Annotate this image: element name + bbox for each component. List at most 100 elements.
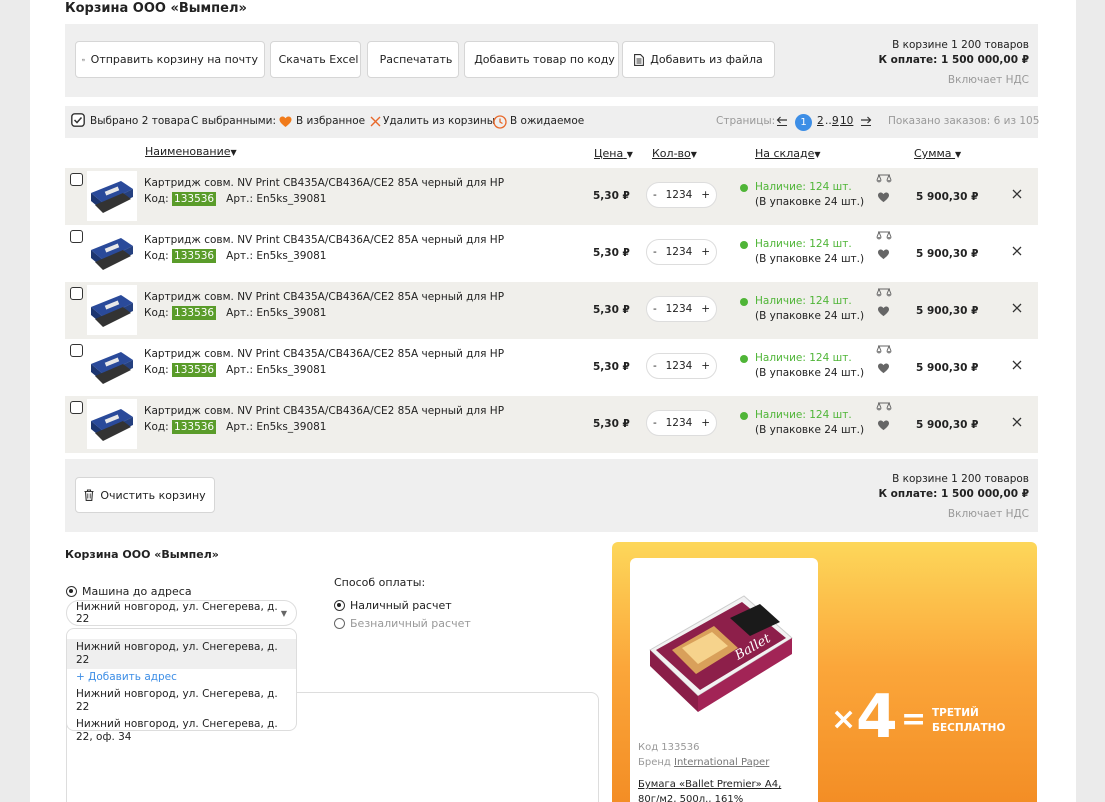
- total-to-pay: К оплате: 1 500 000,00 ₽: [878, 488, 1029, 500]
- payment-cashless-label: Безналичный расчет: [350, 617, 471, 630]
- compare-icon[interactable]: [876, 174, 892, 187]
- page-current[interactable]: 1: [795, 114, 812, 131]
- remove-icon[interactable]: [1012, 242, 1022, 260]
- compare-icon[interactable]: [876, 402, 892, 415]
- page-link-2[interactable]: 2: [817, 115, 824, 127]
- address-select[interactable]: Нижний новгород, ул. Снегерева, д. 22 ▼: [66, 600, 297, 626]
- column-qty[interactable]: Кол-во▼: [652, 147, 697, 160]
- remove-icon[interactable]: [1012, 413, 1022, 431]
- promo-product-card[interactable]: Ballet Код 133536 Бренд International Pa…: [630, 558, 818, 802]
- column-price[interactable]: Цена ▼: [594, 147, 633, 160]
- page-link-10[interactable]: 10: [840, 115, 853, 127]
- row-checkbox[interactable]: [70, 287, 83, 300]
- heart-icon[interactable]: [877, 306, 890, 320]
- promo-times: ×: [831, 702, 857, 737]
- row-checkbox[interactable]: [70, 401, 83, 414]
- remove-icon[interactable]: [1012, 356, 1022, 374]
- product-thumbnail[interactable]: [87, 171, 137, 221]
- product-thumbnail[interactable]: [87, 228, 137, 278]
- promo-banner[interactable]: Ballet Код 133536 Бренд International Pa…: [612, 542, 1037, 802]
- plus-icon[interactable]: +: [701, 303, 710, 315]
- heart-icon[interactable]: [877, 420, 890, 434]
- product-name[interactable]: Картридж совм. NV Print CB435A/CB436A/CE…: [144, 405, 504, 417]
- plus-icon[interactable]: +: [701, 417, 710, 429]
- plus-icon[interactable]: +: [701, 189, 710, 201]
- compare-icon[interactable]: [876, 231, 892, 244]
- article: Арт.: En5ks_39081: [226, 250, 327, 262]
- heart-icon[interactable]: [877, 363, 890, 377]
- address-option[interactable]: Нижний новгород, ул. Снегерева, д. 22, о…: [67, 716, 296, 746]
- payment-cash-option[interactable]: Наличный расчет: [334, 599, 452, 612]
- clear-cart-button[interactable]: Очистить корзину: [75, 477, 215, 513]
- heart-icon[interactable]: [877, 249, 890, 263]
- availability-count: Наличие: 124 шт.: [755, 352, 852, 364]
- items-count: В корзине 1 200 товаров: [892, 473, 1029, 485]
- product-name[interactable]: Картридж совм. NV Print CB435A/CB436A/CE…: [144, 348, 504, 360]
- minus-icon[interactable]: -: [653, 360, 657, 372]
- minus-icon[interactable]: -: [653, 189, 657, 201]
- payment-cashless-option[interactable]: Безналичный расчет: [334, 617, 471, 630]
- items-count: В корзине 1 200 товаров: [892, 39, 1029, 51]
- quantity-value[interactable]: 1234: [666, 246, 693, 258]
- remove-icon[interactable]: [1012, 185, 1022, 203]
- delivery-method-option[interactable]: Машина до адреса: [66, 585, 192, 598]
- plus-icon[interactable]: +: [701, 246, 710, 258]
- compare-icon[interactable]: [876, 345, 892, 358]
- article: Арт.: En5ks_39081: [226, 307, 327, 319]
- cartridge-image: [91, 409, 133, 441]
- add-to-expected-action[interactable]: В ожидаемое: [510, 115, 584, 127]
- column-stock[interactable]: На складе▼: [755, 147, 821, 160]
- product-name[interactable]: Картридж совм. NV Print CB435A/CB436A/CE…: [144, 291, 504, 303]
- remove-from-cart-action[interactable]: Удалить из корзины: [383, 115, 495, 127]
- add-by-code-button[interactable]: Добавить товар по коду: [464, 41, 619, 78]
- select-all-checkbox[interactable]: [71, 113, 85, 130]
- add-address-link[interactable]: + Добавить адрес: [67, 669, 296, 686]
- minus-icon[interactable]: -: [653, 246, 657, 258]
- row-checkbox[interactable]: [70, 173, 83, 186]
- column-sum[interactable]: Сумма ▼: [914, 147, 961, 160]
- page-link-9[interactable]: 9: [832, 115, 839, 127]
- print-button[interactable]: Распечатать: [367, 41, 459, 78]
- product-name[interactable]: Картридж совм. NV Print CB435A/CB436A/CE…: [144, 177, 504, 189]
- code-label: Код:: [144, 250, 169, 262]
- quantity-stepper: -1234 +: [646, 353, 717, 379]
- promo-title-line2[interactable]: 80г/м2, 500л., 161%: [638, 792, 781, 802]
- add-from-file-button[interactable]: Добавить из файла: [622, 41, 775, 78]
- promo-product-info: Код 133536 Бренд International Paper Бум…: [638, 740, 781, 802]
- table-row: Картридж совм. NV Print CB435A/CB436A/CE…: [65, 282, 1038, 339]
- product-thumbnail[interactable]: [87, 399, 137, 449]
- sort-down-icon: ▼: [230, 148, 237, 157]
- heart-icon[interactable]: [877, 192, 890, 206]
- remove-icon[interactable]: [1012, 299, 1022, 317]
- plus-icon[interactable]: +: [701, 360, 710, 372]
- address-option[interactable]: Нижний новгород, ул. Снегерева, д. 22: [67, 686, 296, 716]
- arrow-right-icon[interactable]: [860, 114, 872, 129]
- minus-icon[interactable]: -: [653, 303, 657, 315]
- arrow-left-icon[interactable]: [776, 114, 788, 129]
- promo-title-line1[interactable]: Бумага «Ballet Premier» А4,: [638, 777, 781, 792]
- send-cart-email-button[interactable]: Отправить корзину на почту: [75, 41, 265, 78]
- quantity-value[interactable]: 1234: [666, 360, 693, 372]
- download-excel-button[interactable]: Скачать Excel: [270, 41, 361, 78]
- address-dropdown: Нижний новгород, ул. Снегерева, д. 22 + …: [66, 628, 297, 743]
- row-checkbox[interactable]: [70, 344, 83, 357]
- clear-cart-label: Очистить корзину: [100, 488, 206, 502]
- minus-icon[interactable]: -: [653, 417, 657, 429]
- cart-page: Корзина ООО «Вымпел» Отправить корзину н…: [30, 0, 1076, 802]
- add-to-favorites-action[interactable]: В избранное: [296, 115, 365, 127]
- heart-icon: [279, 116, 292, 131]
- address-option[interactable]: Нижний новгород, ул. Снегерева, д. 22: [67, 639, 296, 669]
- product-thumbnail[interactable]: [87, 342, 137, 392]
- row-sum: 5 900,30 ₽: [916, 305, 979, 317]
- promo-brand-link[interactable]: International Paper: [674, 757, 769, 768]
- sort-down-icon: ▼: [814, 150, 821, 159]
- product-thumbnail[interactable]: [87, 285, 137, 335]
- column-name[interactable]: Наименование▼: [145, 145, 237, 158]
- column-qty-label: Кол-во: [652, 147, 691, 160]
- quantity-value[interactable]: 1234: [666, 303, 693, 315]
- quantity-value[interactable]: 1234: [666, 417, 693, 429]
- compare-icon[interactable]: [876, 288, 892, 301]
- product-name[interactable]: Картридж совм. NV Print CB435A/CB436A/CE…: [144, 234, 504, 246]
- quantity-value[interactable]: 1234: [666, 189, 693, 201]
- row-checkbox[interactable]: [70, 230, 83, 243]
